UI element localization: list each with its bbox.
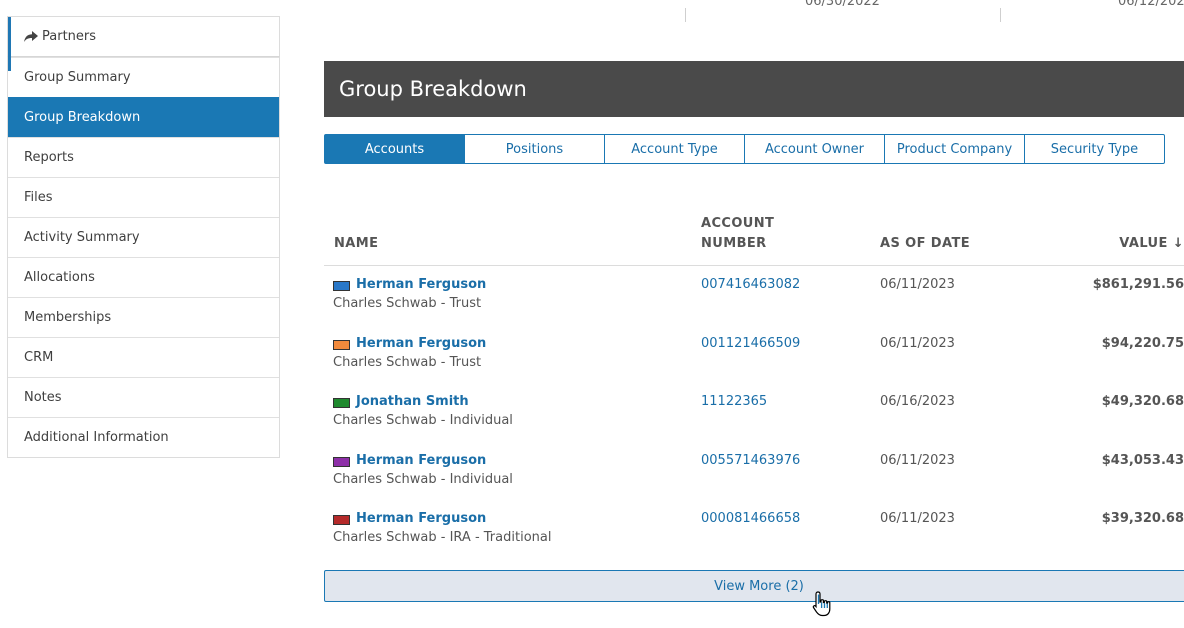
account-number-link[interactable]: 11122365	[701, 394, 767, 409]
tab-accounts[interactable]: Accounts	[324, 134, 465, 164]
sidebar-item-allocations[interactable]: Allocations	[8, 257, 279, 297]
summary-date: 06/30/2022	[805, 0, 880, 9]
account-number-link[interactable]: 000081466658	[701, 511, 800, 526]
sidebar-item-group-breakdown[interactable]: Group Breakdown	[8, 97, 279, 137]
sidebar-item-label: Reports	[24, 150, 74, 165]
table-row: Herman Ferguson Charles Schwab - Trust 0…	[324, 266, 1184, 325]
sidebar-item-label: Additional Information	[24, 430, 169, 445]
sidebar-item-label: Group Summary	[24, 70, 131, 85]
as-of-date: 06/11/2023	[880, 335, 955, 351]
account-description: Charles Schwab - Individual	[333, 413, 513, 428]
account-color-swatch	[333, 281, 350, 291]
sidebar-item-group-summary[interactable]: Group Summary	[8, 57, 279, 97]
column-header-line: ACCOUNT	[701, 216, 775, 231]
breakdown-tabs: Accounts Positions Account Type Account …	[324, 134, 1165, 164]
sidebar-item-activity-summary[interactable]: Activity Summary	[8, 217, 279, 257]
table-header: NAME ACCOUNT NUMBER AS OF DATE VALUE ↓	[324, 205, 1184, 266]
account-color-swatch	[333, 456, 350, 467]
account-number-link[interactable]: 007416463082	[701, 277, 800, 292]
account-value: $43,053.43	[1101, 452, 1184, 468]
accounts-table: NAME ACCOUNT NUMBER AS OF DATE VALUE ↓ H…	[324, 205, 1184, 559]
column-header-as-of-date[interactable]: AS OF DATE	[880, 234, 970, 254]
column-header-account-number[interactable]: ACCOUNT NUMBER	[701, 214, 774, 254]
column-header-name[interactable]: NAME	[334, 234, 378, 254]
account-owner-link[interactable]: Herman Ferguson	[356, 336, 486, 351]
section-title: Group Breakdown	[339, 77, 527, 101]
table-row: Herman Ferguson Charles Schwab - IRA - T…	[324, 500, 1184, 559]
account-owner-link[interactable]: Herman Ferguson	[356, 277, 486, 292]
sidebar-item-label: Memberships	[24, 310, 112, 325]
account-number-link[interactable]: 001121466509	[701, 336, 800, 351]
hand-cursor-icon	[812, 591, 831, 617]
divider	[685, 8, 686, 22]
account-owner-link[interactable]: Herman Ferguson	[356, 511, 486, 526]
account-owner-link[interactable]: Herman Ferguson	[356, 453, 486, 468]
sidebar-item-label: Group Breakdown	[24, 110, 141, 125]
as-of-date: 06/11/2023	[880, 277, 955, 292]
sidebar-nav: Partners Group Summary Group Breakdown R…	[7, 16, 280, 458]
sidebar-item-partners[interactable]: Partners	[7, 16, 280, 57]
section-header: Group Breakdown	[324, 61, 1184, 117]
tab-positions[interactable]: Positions	[464, 134, 605, 164]
view-more-button[interactable]: View More (2)	[324, 570, 1184, 602]
account-number-link[interactable]: 005571463976	[701, 453, 800, 468]
account-value: $94,220.75	[1101, 335, 1184, 351]
tab-product-company[interactable]: Product Company	[884, 134, 1025, 164]
summary-strip: 06/30/2022 06/12/2023	[324, 0, 1184, 24]
as-of-date: 06/11/2023	[880, 452, 955, 468]
account-description: Charles Schwab - IRA - Traditional	[333, 530, 552, 545]
table-row: Herman Ferguson Charles Schwab - Trust 0…	[324, 325, 1184, 384]
sidebar-item-label: Partners	[42, 29, 97, 44]
account-description: Charles Schwab - Individual	[333, 471, 513, 487]
account-value: $39,320.68	[1101, 511, 1184, 526]
sidebar-item-label: Files	[24, 190, 53, 205]
table-row: Jonathan Smith Charles Schwab - Individu…	[324, 383, 1184, 442]
sidebar-item-label: Activity Summary	[24, 230, 140, 245]
sidebar-item-label: Notes	[24, 390, 62, 405]
sidebar-item-label: CRM	[24, 350, 54, 365]
account-value: $861,291.56	[1092, 277, 1184, 292]
tab-account-type[interactable]: Account Type	[604, 134, 745, 164]
table-row: Herman Ferguson Charles Schwab - Individ…	[324, 442, 1184, 501]
as-of-date: 06/11/2023	[880, 511, 955, 526]
account-description: Charles Schwab - Trust	[333, 296, 482, 311]
sidebar-item-label: Allocations	[24, 270, 95, 285]
sidebar-item-files[interactable]: Files	[8, 177, 279, 217]
divider	[1000, 8, 1001, 22]
as-of-date: 06/16/2023	[880, 394, 955, 409]
sidebar-accent-bar	[8, 17, 11, 71]
sidebar-item-additional-information[interactable]: Additional Information	[8, 417, 279, 457]
sidebar-item-reports[interactable]: Reports	[8, 137, 279, 177]
tab-account-owner[interactable]: Account Owner	[744, 134, 885, 164]
sidebar-item-crm[interactable]: CRM	[8, 337, 279, 377]
sidebar-item-notes[interactable]: Notes	[8, 377, 279, 417]
column-header-line: NUMBER	[701, 236, 767, 251]
account-color-swatch	[333, 339, 350, 350]
account-description: Charles Schwab - Trust	[333, 354, 482, 370]
account-value: $49,320.68	[1101, 394, 1184, 409]
account-owner-link[interactable]: Jonathan Smith	[356, 394, 469, 409]
sidebar-item-memberships[interactable]: Memberships	[8, 297, 279, 337]
tab-security-type[interactable]: Security Type	[1024, 134, 1165, 164]
summary-date: 06/12/2023	[1118, 0, 1184, 9]
account-color-swatch	[333, 398, 350, 408]
share-icon	[24, 30, 38, 42]
account-color-swatch	[333, 515, 350, 525]
column-header-value[interactable]: VALUE ↓	[1119, 234, 1184, 254]
